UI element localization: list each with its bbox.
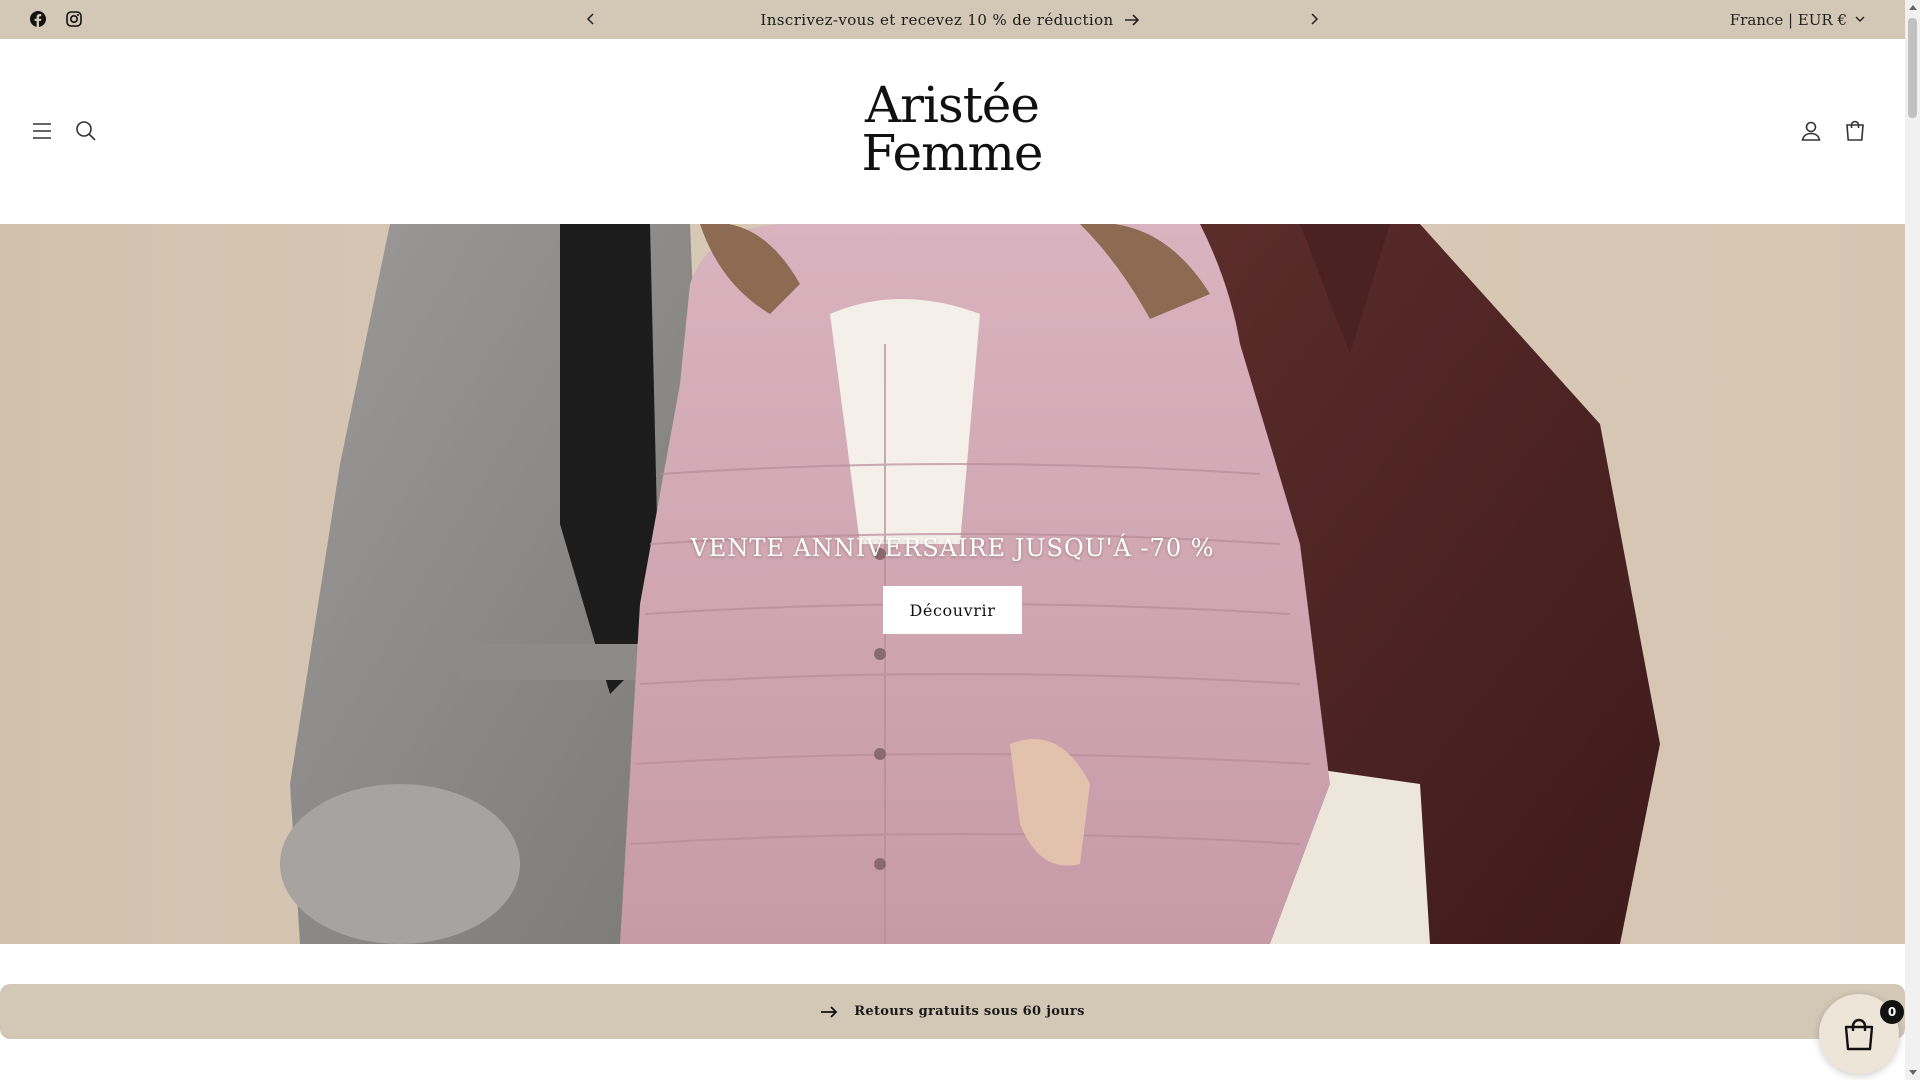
hero-cta-button[interactable]: Découvrir [883,586,1022,634]
site-header: Aristée Femme [0,39,1905,224]
scrollbar-track[interactable] [1905,0,1920,1080]
chevron-right-icon [1311,13,1319,25]
cart-icon[interactable] [1843,119,1867,143]
chevron-down-icon [1855,16,1865,22]
announcement-text: Inscrivez-vous et recevez 10 % de réduct… [760,10,1114,29]
scrollbar-thumb[interactable] [1908,18,1917,118]
hero-title: VENTE ANNIVERSAIRE JUSQU'Á -70 % [690,534,1215,562]
shopping-bag-icon [1844,1018,1874,1051]
arrow-right-icon [1124,13,1139,26]
hero-image [0,224,1905,944]
returns-banner: Retours gratuits sous 60 jours [0,984,1905,1039]
logo-line-1: Aristée [865,76,1040,134]
locale-label: France | EUR € [1729,10,1847,29]
instagram-icon[interactable] [66,11,82,27]
scroll-up-arrow-icon[interactable] [1905,0,1920,15]
announcement-prev-button[interactable] [582,10,600,28]
logo-line-2: Femme [861,124,1044,182]
site-logo[interactable]: Aristée Femme [852,76,1052,182]
social-links [30,11,82,27]
chevron-left-icon [586,13,594,25]
announcement-next-button[interactable] [1305,10,1323,28]
arrow-right-icon [821,1005,838,1018]
cart-count-badge: 0 [1880,1000,1904,1024]
scroll-down-arrow-icon[interactable] [1905,1065,1920,1080]
search-icon[interactable] [74,119,98,143]
announcement-bar: Inscrivez-vous et recevez 10 % de réduct… [0,0,1905,39]
locale-selector[interactable]: France | EUR € [1730,0,1865,39]
user-icon[interactable] [1799,119,1823,143]
hamburger-menu-icon[interactable] [30,119,54,143]
facebook-icon[interactable] [30,11,46,27]
returns-text: Retours gratuits sous 60 jours [854,1004,1085,1019]
page: Inscrivez-vous et recevez 10 % de réduct… [0,0,1905,1080]
announcement-link[interactable]: Inscrivez-vous et recevez 10 % de réduct… [600,0,1300,39]
hero-banner: VENTE ANNIVERSAIRE JUSQU'Á -70 % Découvr… [0,224,1905,944]
